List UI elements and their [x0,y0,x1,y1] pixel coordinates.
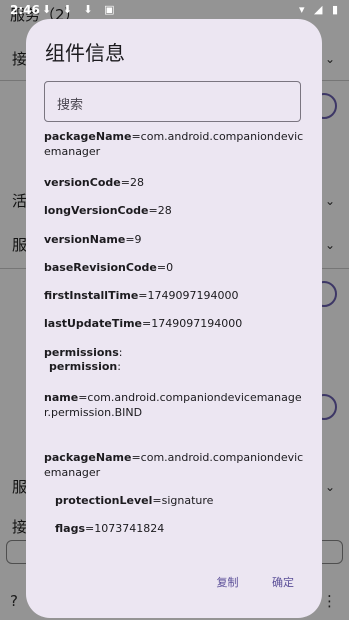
info-line: versionName=9 [44,233,142,246]
notification-icons: ⬇ ⬇ ⬇ ▣ [42,3,119,16]
component-info-dialog: 组件信息 搜索 packageName=com.android.companio… [26,19,322,618]
info-line: versionCode=28 [44,176,144,189]
info-line: lastUpdateTime=1749097194000 [44,317,243,330]
search-input[interactable]: 搜索 [44,81,301,122]
info-line: permission: [49,360,121,373]
info-line: permissions: [44,346,123,359]
confirm-button[interactable]: 确定 [272,576,294,589]
dialog-title: 组件信息 [45,41,125,65]
info-line: flags=1073741824 [55,522,165,535]
info-line: protectionLevel=signature [55,494,214,507]
info-line: baseRevisionCode=0 [44,261,174,274]
search-placeholder: 搜索 [57,98,84,113]
info-line: name=com.android.companiondevicemanager.… [44,391,302,419]
info-line: packageName=com.android.companiondevicem… [44,130,304,158]
info-line: firstInstallTime=1749097194000 [44,289,239,302]
dialog-actions: 复制 确定 [187,574,295,590]
copy-button[interactable]: 复制 [217,576,239,589]
info-line: longVersionCode=28 [44,204,172,217]
info-line: packageName=com.android.companiondevicem… [44,451,304,479]
status-time: 2:46 [10,3,40,17]
system-icons: ▾ ◢ ▮ [298,3,341,16]
